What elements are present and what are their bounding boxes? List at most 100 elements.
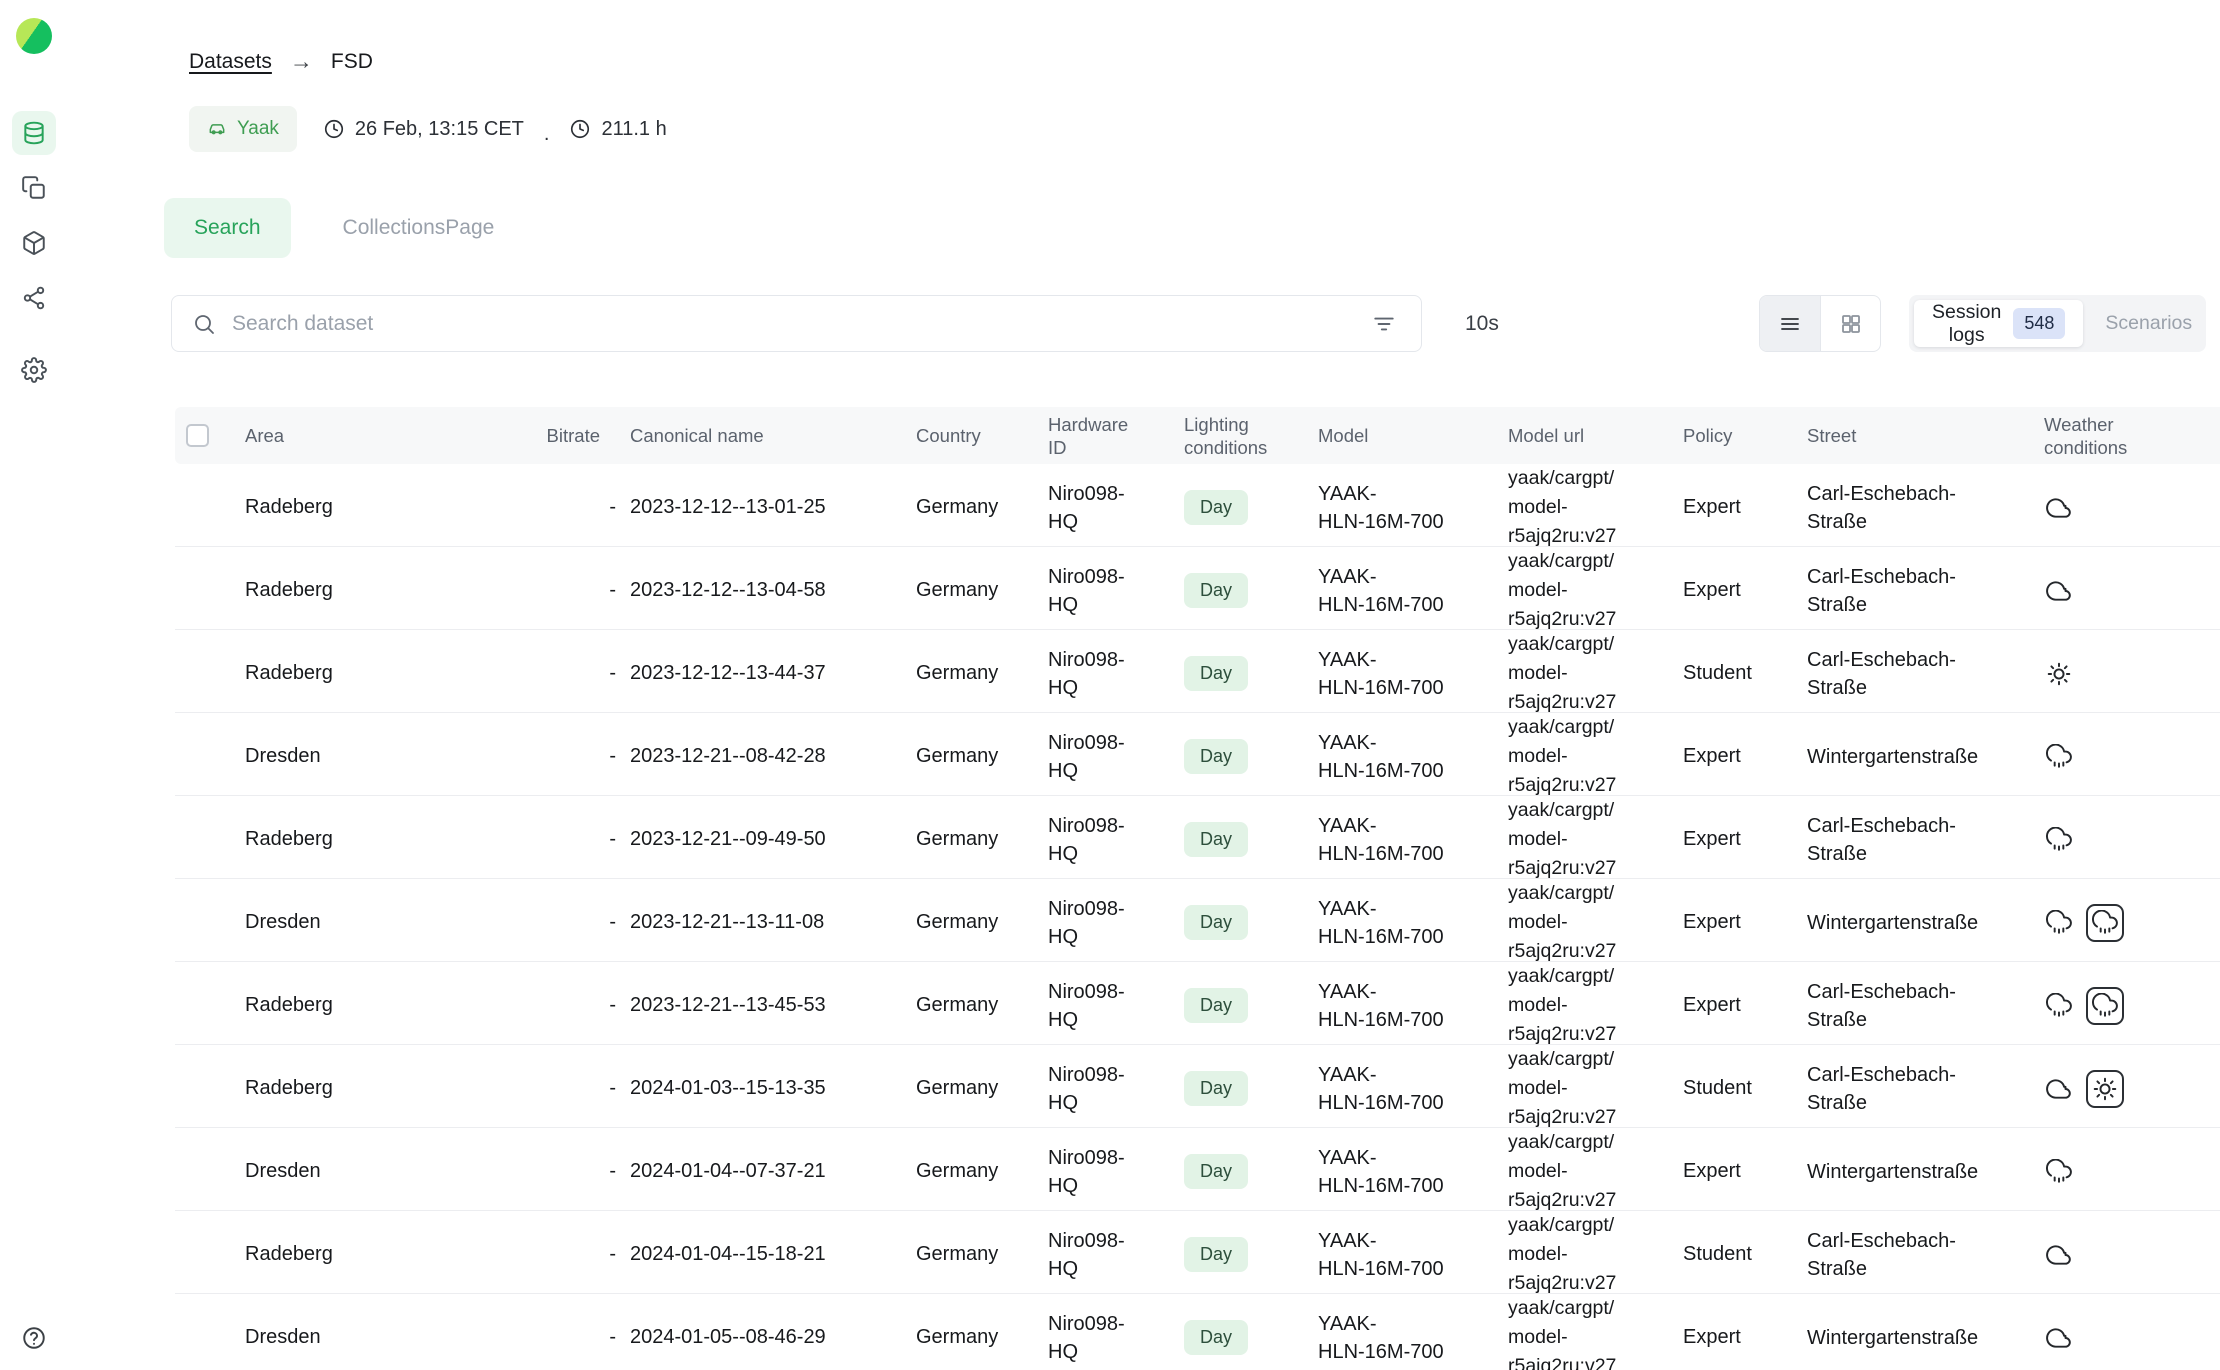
clock-icon — [569, 118, 591, 140]
tab-search[interactable]: Search — [164, 198, 291, 258]
gear-icon — [21, 357, 47, 383]
table-row[interactable]: Radeberg - 2024-01-03--15-13-35 Germany … — [175, 1045, 2220, 1128]
list-view-button[interactable] — [1760, 296, 1820, 351]
cell-policy: Expert — [1683, 745, 1807, 768]
cell-bitrate: - — [532, 1326, 630, 1349]
sidebar-item-packages[interactable] — [12, 221, 56, 265]
refresh-interval[interactable]: 10s — [1465, 295, 1499, 352]
sidebar-item-settings[interactable] — [12, 348, 56, 392]
tab-collectionspage[interactable]: CollectionsPage — [313, 198, 525, 258]
cell-canonical-name: 2024-01-04--15-18-21 — [630, 1243, 916, 1266]
cell-hardware-id: Niro098- HQ — [1048, 1061, 1184, 1117]
segment-scenarios[interactable]: Scenarios — [2087, 300, 2210, 347]
table-row[interactable]: Dresden - 2024-01-04--07-37-21 Germany N… — [175, 1128, 2220, 1211]
cell-lighting-conditions: Day — [1184, 822, 1318, 857]
cell-weather-conditions — [2044, 742, 2220, 772]
table-row[interactable]: Radeberg - 2023-12-12--13-44-37 Germany … — [175, 630, 2220, 713]
rain-icon — [2044, 742, 2074, 772]
grid-view-button[interactable] — [1820, 296, 1880, 351]
cell-canonical-name: 2023-12-21--13-45-53 — [630, 994, 916, 1017]
cell-country: Germany — [916, 1326, 1048, 1349]
table-row[interactable]: Radeberg - 2023-12-12--13-01-25 Germany … — [175, 464, 2220, 547]
toolbar: 10s Session logs 548 Scenarios — [171, 295, 2206, 352]
box-icon — [21, 230, 47, 256]
log-type-switch: Session logs 548 Scenarios — [1909, 295, 2206, 352]
cell-weather-conditions — [2044, 493, 2220, 523]
sessions-table: Area Bitrate Canonical name Country Hard… — [175, 407, 2220, 1370]
cell-area: Radeberg — [245, 1077, 532, 1100]
cell-area: Dresden — [245, 1326, 532, 1349]
duration-label: 211.1 h — [601, 118, 666, 141]
cell-bitrate: - — [532, 1160, 630, 1183]
cell-hardware-id: Niro098- HQ — [1048, 480, 1184, 536]
table-row[interactable]: Dresden - 2023-12-21--08-42-28 Germany N… — [175, 713, 2220, 796]
table-row[interactable]: Radeberg - 2023-12-21--09-49-50 Germany … — [175, 796, 2220, 879]
cell-model-url: yaak/cargpt/ model- r5ajq2ru:v27 — [1508, 1211, 1683, 1298]
header-canonical-name: Canonical name — [630, 424, 916, 447]
table-row[interactable]: Dresden - 2024-01-05--08-46-29 Germany N… — [175, 1294, 2220, 1370]
cell-model: YAAK- HLN-16M-700 — [1318, 646, 1508, 702]
cell-bitrate: - — [532, 496, 630, 519]
rain-icon — [2044, 1157, 2074, 1187]
vehicle-label: Yaak — [237, 118, 279, 140]
header-street: Street — [1807, 424, 2044, 447]
cell-model-url: yaak/cargpt/ model- r5ajq2ru:v27 — [1508, 1294, 1683, 1370]
cell-policy: Expert — [1683, 1160, 1807, 1183]
vehicle-chip[interactable]: Yaak — [189, 106, 297, 152]
cell-street: Wintergartenstraße — [1807, 909, 2002, 937]
cell-street: Carl-Eschebach-Straße — [1807, 1227, 2002, 1283]
sidebar-item-datasets[interactable] — [12, 111, 56, 155]
cell-policy: Expert — [1683, 994, 1807, 1017]
sidebar-item-pipelines[interactable] — [12, 276, 56, 320]
filter-button[interactable] — [1367, 307, 1401, 341]
sidebar-item-collections[interactable] — [12, 166, 56, 210]
cell-street: Wintergartenstraße — [1807, 743, 2002, 771]
cell-weather-conditions — [2044, 1157, 2220, 1187]
cell-country: Germany — [916, 496, 1048, 519]
lighting-badge: Day — [1184, 822, 1248, 857]
lighting-badge: Day — [1184, 1154, 1248, 1189]
select-all-checkbox[interactable] — [186, 424, 209, 447]
lighting-badge: Day — [1184, 905, 1248, 940]
cell-area: Radeberg — [245, 662, 532, 685]
header-country: Country — [916, 424, 1048, 447]
cell-canonical-name: 2024-01-05--08-46-29 — [630, 1326, 916, 1349]
rain-icon — [2086, 987, 2124, 1025]
cell-lighting-conditions: Day — [1184, 1237, 1318, 1272]
cell-model-url: yaak/cargpt/ model- r5ajq2ru:v27 — [1508, 1128, 1683, 1215]
cell-hardware-id: Niro098- HQ — [1048, 1144, 1184, 1200]
help-button[interactable] — [21, 1325, 47, 1354]
search-input[interactable] — [230, 311, 1353, 337]
session-logs-label: Session logs — [1932, 301, 2001, 347]
rain-icon — [2044, 825, 2074, 855]
sun-icon — [2086, 1070, 2124, 1108]
cell-street: Wintergartenstraße — [1807, 1324, 2002, 1352]
header-policy: Policy — [1683, 424, 1807, 447]
cell-canonical-name: 2023-12-12--13-04-58 — [630, 579, 916, 602]
table-row[interactable]: Dresden - 2023-12-21--13-11-08 Germany N… — [175, 879, 2220, 962]
cell-model-url: yaak/cargpt/ model- r5ajq2ru:v27 — [1508, 630, 1683, 717]
cell-model: YAAK- HLN-16M-700 — [1318, 1144, 1508, 1200]
cell-model-url: yaak/cargpt/ model- r5ajq2ru:v27 — [1508, 547, 1683, 634]
cell-policy: Expert — [1683, 579, 1807, 602]
cell-weather-conditions — [2044, 904, 2220, 942]
table-row[interactable]: Radeberg - 2023-12-12--13-04-58 Germany … — [175, 547, 2220, 630]
nodes-icon — [21, 285, 47, 311]
app-logo[interactable] — [16, 18, 52, 54]
lighting-badge: Day — [1184, 1071, 1248, 1106]
segment-session-logs[interactable]: Session logs 548 — [1914, 300, 2083, 347]
cell-lighting-conditions: Day — [1184, 1071, 1318, 1106]
table-row[interactable]: Radeberg - 2024-01-04--15-18-21 Germany … — [175, 1211, 2220, 1294]
meta-separator: . — [544, 123, 550, 152]
cell-model: YAAK- HLN-16M-700 — [1318, 1227, 1508, 1283]
dataset-timestamp: 26 Feb, 13:15 CET — [323, 118, 524, 141]
header-lighting-conditions: Lighting conditions — [1184, 413, 1318, 459]
cell-lighting-conditions: Day — [1184, 1320, 1318, 1355]
cell-weather-conditions — [2044, 1070, 2220, 1108]
table-row[interactable]: Radeberg - 2023-12-21--13-45-53 Germany … — [175, 962, 2220, 1045]
breadcrumb-datasets-link[interactable]: Datasets — [189, 50, 272, 74]
cell-bitrate: - — [532, 745, 630, 768]
cell-policy: Expert — [1683, 911, 1807, 934]
header-bitrate: Bitrate — [532, 424, 630, 447]
cell-canonical-name: 2024-01-03--15-13-35 — [630, 1077, 916, 1100]
